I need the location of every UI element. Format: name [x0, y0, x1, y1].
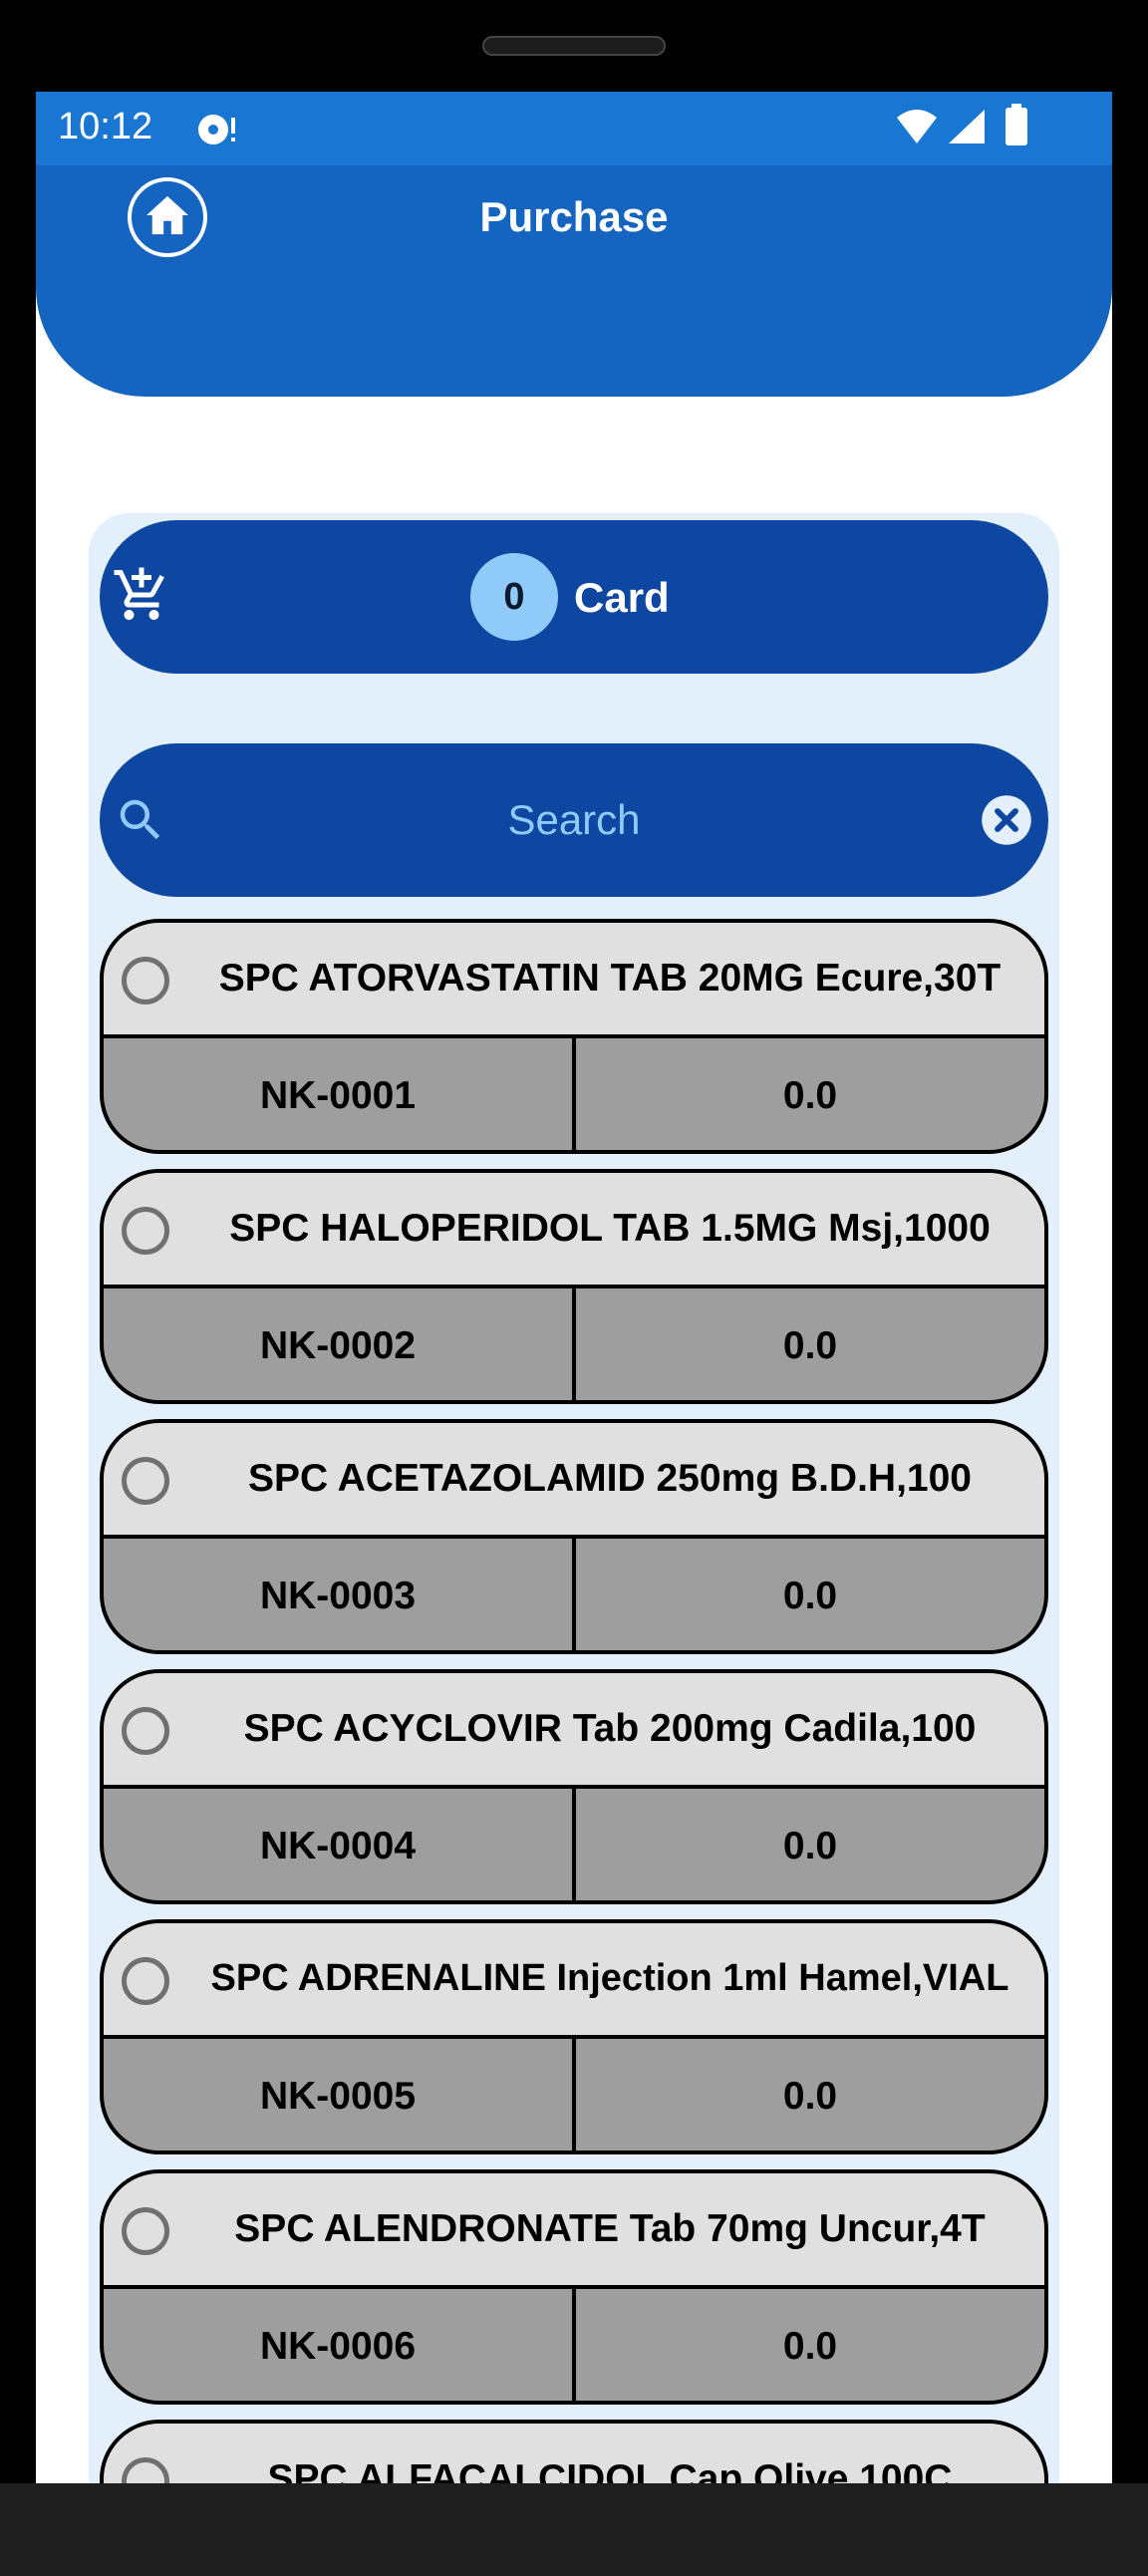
item-details: NK-0002 0.0 [104, 1288, 1044, 1400]
item-details: NK-0005 0.0 [104, 2039, 1044, 2150]
header: Purchase [36, 165, 1112, 397]
item-name: SPC HALOPERIDOL TAB 1.5MG Msj,1000 [229, 1207, 991, 1250]
status-time: 10:12 [58, 106, 153, 147]
item-details: NK-0001 0.0 [104, 1038, 1044, 1150]
item-header: SPC ATORVASTATIN TAB 20MG Ecure,30T [104, 923, 1044, 1038]
status-bar: 10:12 [36, 92, 1112, 165]
list-item[interactable]: SPC ACYCLOVIR Tab 200mg Cadila,100 NK-00… [100, 1669, 1048, 1904]
item-code: NK-0005 [104, 2039, 576, 2150]
item-name: SPC ACETAZOLAMID 250mg B.D.H,100 [248, 1457, 972, 1500]
cart-label: Card [574, 574, 670, 621]
search-input[interactable]: Search [100, 796, 1048, 844]
list-item[interactable]: SPC ATORVASTATIN TAB 20MG Ecure,30T NK-0… [100, 919, 1048, 1154]
item-radio[interactable] [122, 2207, 169, 2255]
item-details: NK-0003 0.0 [104, 1539, 1044, 1650]
item-header: SPC ACETAZOLAMID 250mg B.D.H,100 [104, 1423, 1044, 1539]
item-radio[interactable] [122, 1457, 169, 1505]
page-title: Purchase [479, 193, 669, 240]
item-header: SPC ACYCLOVIR Tab 200mg Cadila,100 [104, 1673, 1044, 1789]
item-qty: 0.0 [782, 2325, 838, 2368]
item-code: NK-0003 [104, 1539, 576, 1650]
list-item[interactable]: SPC ALFACALCIDOL Cap Olive 100C [100, 2420, 1048, 2483]
item-qty: 0.0 [782, 1074, 838, 1117]
item-header: SPC ALFACALCIDOL Cap Olive 100C [104, 2424, 1044, 2483]
list-item[interactable]: SPC HALOPERIDOL TAB 1.5MG Msj,1000 NK-00… [100, 1169, 1048, 1404]
item-code: NK-0001 [104, 1038, 576, 1150]
list-item[interactable]: SPC ACETAZOLAMID 250mg B.D.H,100 NK-0003… [100, 1419, 1048, 1654]
item-details: NK-0004 0.0 [104, 1789, 1044, 1900]
item-code: NK-0002 [104, 1288, 576, 1400]
item-qty: 0.0 [782, 1324, 838, 1367]
item-code: NK-0006 [104, 2289, 576, 2401]
item-radio[interactable] [122, 957, 169, 1004]
search-bar[interactable]: Search [100, 743, 1048, 897]
item-header: SPC ADRENALINE Injection 1ml Hamel,VIAL [104, 1923, 1044, 2039]
item-details: NK-0006 0.0 [104, 2289, 1044, 2401]
cart-count-badge: 0 [470, 553, 558, 641]
cart-plus-icon[interactable] [112, 565, 171, 630]
item-qty: 0.0 [782, 1574, 838, 1617]
bottom-bezel [0, 2483, 1148, 2576]
item-header: SPC HALOPERIDOL TAB 1.5MG Msj,1000 [104, 1173, 1044, 1288]
app-screen: 10:12 Purchase 0 Card Search SPC ATORVAS… [36, 92, 1112, 2483]
item-name: SPC ATORVASTATIN TAB 20MG Ecure,30T [218, 957, 1002, 1000]
clear-icon[interactable] [980, 793, 1033, 852]
item-name: SPC ADRENALINE Injection 1ml Hamel,VIAL [210, 1957, 1009, 1999]
list-item[interactable]: SPC ALENDRONATE Tab 70mg Uncur,4T NK-000… [100, 2169, 1048, 2405]
item-radio[interactable] [122, 1957, 169, 2005]
cart-bar[interactable]: 0 Card [100, 520, 1048, 674]
item-name: SPC ALENDRONATE Tab 70mg Uncur,4T [234, 2207, 986, 2250]
item-header: SPC ALENDRONATE Tab 70mg Uncur,4T [104, 2173, 1044, 2289]
speaker-grille [482, 36, 666, 56]
item-radio[interactable] [122, 2457, 169, 2483]
item-radio[interactable] [122, 1207, 169, 1255]
item-name: SPC ACYCLOVIR Tab 200mg Cadila,100 [243, 1707, 977, 1750]
wifi-icon [895, 108, 939, 150]
item-radio[interactable] [122, 1707, 169, 1755]
list-item[interactable]: SPC ADRENALINE Injection 1ml Hamel,VIAL … [100, 1919, 1048, 2154]
phone-frame: 10:12 Purchase 0 Card Search SPC ATORVAS… [0, 0, 1148, 2576]
signal-icon [947, 108, 987, 150]
item-name: SPC ALFACALCIDOL Cap Olive 100C [267, 2457, 953, 2483]
battery-icon [1004, 104, 1028, 152]
item-qty: 0.0 [782, 1825, 838, 1867]
media-icon [195, 110, 241, 154]
item-qty: 0.0 [782, 2075, 838, 2118]
item-code: NK-0004 [104, 1789, 576, 1900]
